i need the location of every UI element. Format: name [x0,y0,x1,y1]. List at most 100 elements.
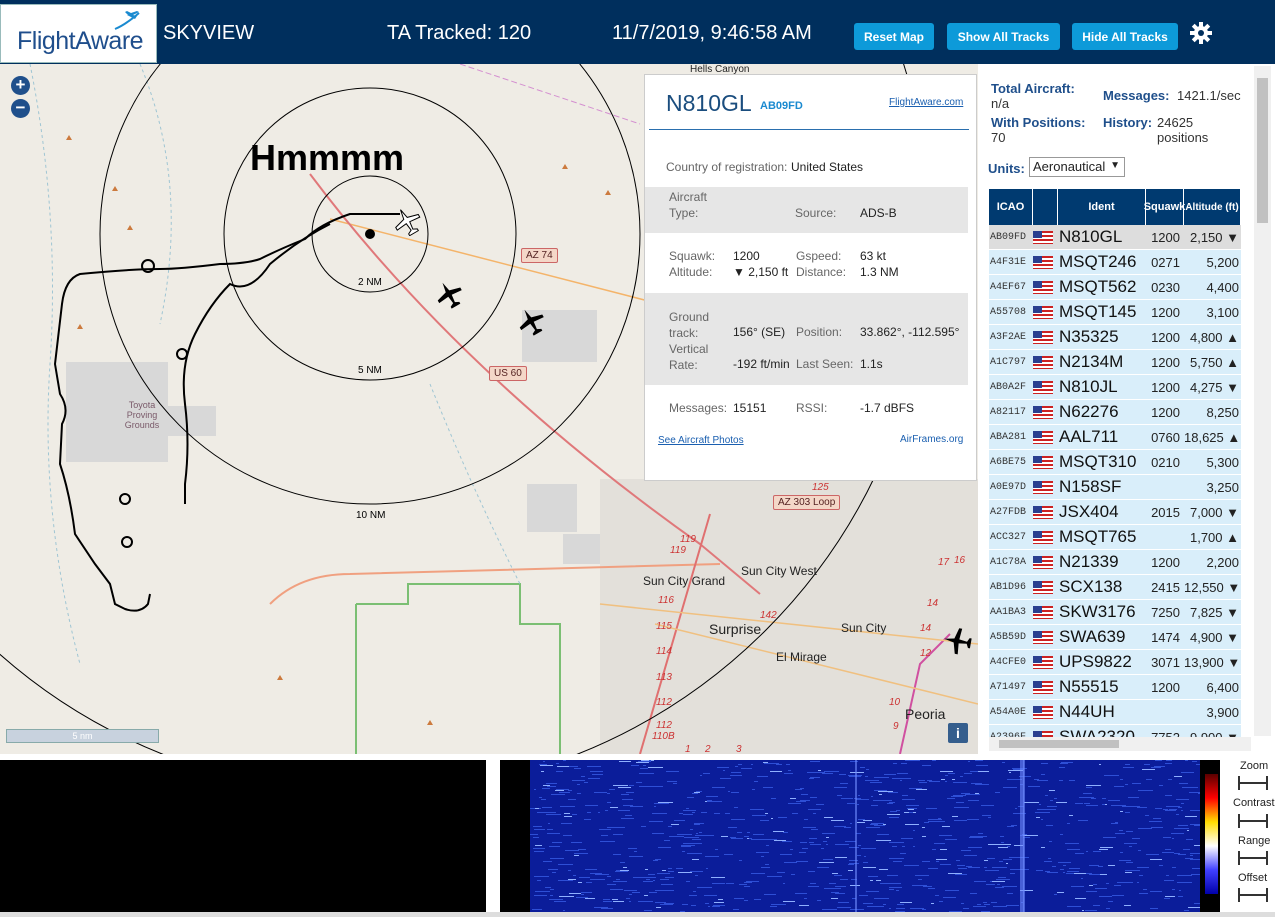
aircraft-table: ICAO Ident Squawk Altitude (ft) AB09FD N8… [989,189,1241,737]
aircraft-photos-link[interactable]: See Aircraft Photos [658,435,744,446]
aircraft-type-label: Aircraft Type: [669,190,708,220]
table-row[interactable]: A54A0E N44UH 3,900 [989,700,1241,725]
ground-track-value: 156° (SE) [733,325,786,339]
cell-ident: N44UH [1059,702,1115,721]
vertical-scrollbar[interactable] [1254,66,1271,736]
scroll-thumb[interactable] [1257,78,1268,223]
cell-icao: AA1BA3 [990,606,1027,618]
clock: 11/7/2019, 9:46:58 AM [612,22,812,44]
contrast-control-label: Contrast [1233,797,1275,809]
flag-icon [1033,230,1058,244]
info-icon[interactable]: i [948,723,968,743]
table-row[interactable]: ABA281 AAL711 0760 18,625 ▲ [989,425,1241,450]
table-row[interactable]: A1C78A N21339 1200 2,200 [989,550,1241,575]
table-row[interactable]: A55708 MSQT145 1200 3,100 [989,300,1241,325]
aircraft-icon[interactable] [942,626,972,656]
units-select[interactable]: Aeronautical ▼ [1029,157,1125,177]
contrast-slider-icon[interactable] [1238,814,1268,828]
table-row[interactable]: AB0A2F N810JL 1200 4,275 ▼ [989,375,1241,400]
scroll-thumb[interactable] [999,740,1119,748]
squawk-value: 1200 [733,249,760,263]
flightaware-link[interactable]: FlightAware.com [889,97,963,108]
cell-squawk: 1200 [1151,379,1180,395]
map-scale-bar: 5 nm [6,729,159,743]
source-value: ADS-B [860,206,897,220]
table-row[interactable]: A5B59D SWA639 1474 4,900 ▼ [989,625,1241,650]
cell-altitude: 13,900 ▼ [1184,654,1241,670]
aircraft-icon[interactable] [392,206,422,236]
table-row[interactable]: A4EF67 MSQT562 0230 4,400 [989,275,1241,300]
col-squawk[interactable]: Squawk [1144,189,1185,225]
range-slider-icon[interactable] [1238,851,1268,865]
country-label: Country of registration: [666,160,788,174]
cell-altitude: 7,000 ▼ [1189,504,1239,520]
gear-icon[interactable] [1188,20,1214,46]
col-icao[interactable]: ICAO [989,189,1033,225]
range-control-label: Range [1238,835,1271,847]
table-row[interactable]: A4CFE0 UPS9822 3071 13,900 ▼ [989,650,1241,675]
table-row[interactable]: A71497 N55515 1200 6,400 [989,675,1241,700]
map-annotation: Hmmmm [250,137,405,178]
road-number: 114 [656,646,672,657]
table-row[interactable]: AB09FD N810GL 1200 2,150 ▼ [989,225,1241,250]
cell-squawk: 7250 [1151,604,1180,620]
altitude-label: Altitude: [669,265,713,279]
col-flag[interactable] [1033,189,1058,225]
ground-track-label: Ground track: [669,310,710,340]
cell-icao: A4CFE0 [990,656,1027,668]
cell-icao: ABA281 [990,431,1027,443]
flag-icon [1033,555,1058,569]
road-number: 2 [705,744,711,754]
cell-ident: N810JL [1059,377,1118,396]
cell-squawk: 3071 [1151,654,1180,670]
col-altitude[interactable]: Altitude (ft) [1184,189,1241,225]
zoom-in-button[interactable]: + [11,76,30,95]
flag-icon [1033,705,1058,719]
rssi-label: RSSI: [796,401,828,415]
table-row[interactable]: A82117 N62276 1200 8,250 [989,400,1241,425]
table-row[interactable]: A27FDB JSX404 2015 7,000 ▼ [989,500,1241,525]
zoom-out-button[interactable]: − [11,99,30,118]
aircraft-icon[interactable] [434,279,464,309]
cell-ident: UPS9822 [1059,652,1132,671]
cell-altitude: 4,800 ▲ [1189,329,1239,345]
table-row[interactable]: ACC327 MSQT765 1,700 ▲ [989,525,1241,550]
flag-icon [1033,330,1058,344]
total-aircraft-label: Total Aircraft: [991,81,1075,96]
show-all-tracks-button[interactable]: Show All Tracks [947,23,1060,50]
flag-icon [1033,255,1058,269]
table-row[interactable]: AB1D96 SCX138 2415 12,550 ▼ [989,575,1241,600]
zoom-slider-icon[interactable] [1238,776,1268,790]
flag-icon [1033,305,1058,319]
table-row[interactable]: A6BE75 MSQT310 0210 5,300 [989,450,1241,475]
reset-map-button[interactable]: Reset Map [854,23,934,50]
road-number: 12 [920,648,932,659]
source-label: Source: [795,206,837,220]
table-row[interactable]: A3F2AE N35325 1200 4,800 ▲ [989,325,1241,350]
altitude-value: ▼ 2,150 ft [733,265,789,279]
table-row[interactable]: AA1BA3 SKW3176 7250 7,825 ▼ [989,600,1241,625]
cell-icao: A55708 [990,306,1027,318]
table-row[interactable]: A0E97D N158SF 3,250 [989,475,1241,500]
road-number: 14 [920,623,932,634]
col-ident[interactable]: Ident [1058,189,1146,225]
flag-icon [1033,380,1058,394]
offset-slider-icon[interactable] [1238,888,1268,902]
flightaware-logo[interactable]: FlightAware [0,4,157,63]
units-label: Units: [988,161,1025,176]
waterfall-display[interactable] [530,760,1209,913]
table-row[interactable]: A2396F SWA2320 7752 9,900 ▼ [989,725,1241,737]
horizontal-scrollbar[interactable] [989,737,1251,751]
map-view[interactable]: + − Hmmmm 2 NM 5 NM 10 NM Hells Canyon T… [0,64,978,754]
airframes-link[interactable]: AirFrames.org [900,434,963,445]
hide-all-tracks-button[interactable]: Hide All Tracks [1072,23,1178,50]
cell-altitude: 2,200 [1206,554,1239,570]
highway-shield: AZ 74 [521,248,558,263]
aircraft-icon[interactable] [516,306,546,336]
table-row[interactable]: A1C797 N2134M 1200 5,750 ▲ [989,350,1241,375]
cell-squawk: 1200 [1151,354,1180,370]
cell-squawk: 1200 [1151,304,1180,320]
table-row[interactable]: A4F31E MSQT246 0271 5,200 [989,250,1241,275]
cell-altitude: 3,100 [1206,304,1239,320]
cell-ident: N55515 [1059,677,1119,696]
